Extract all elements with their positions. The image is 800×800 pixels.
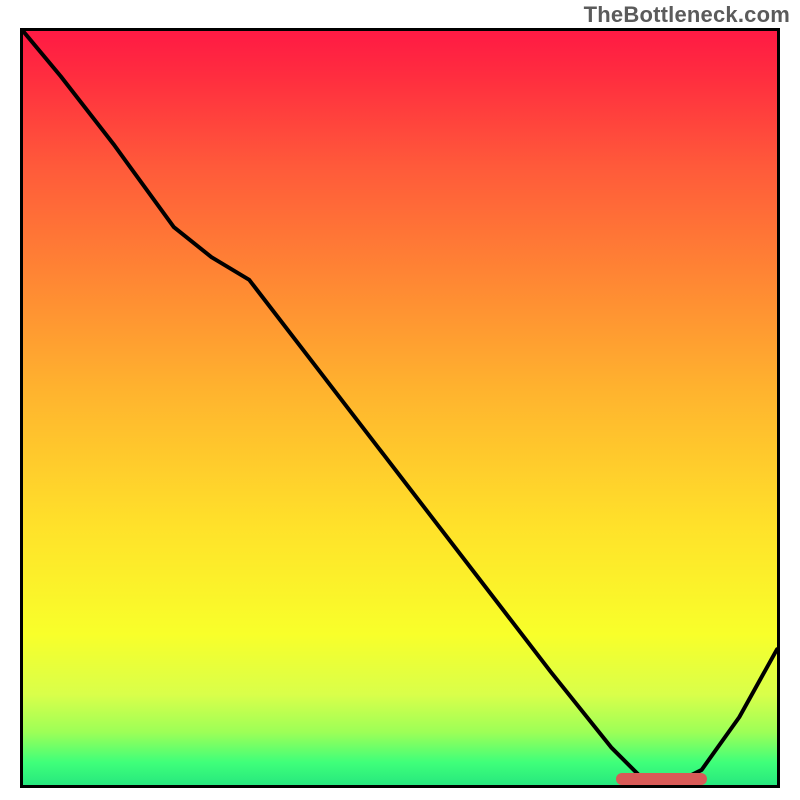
chart-canvas: TheBottleneck.com: [0, 0, 800, 800]
optimal-range-marker: [616, 773, 707, 785]
watermark-text: TheBottleneck.com: [584, 2, 790, 28]
curve-path: [23, 31, 777, 785]
bottleneck-curve: [23, 31, 777, 785]
plot-area: [20, 28, 780, 788]
